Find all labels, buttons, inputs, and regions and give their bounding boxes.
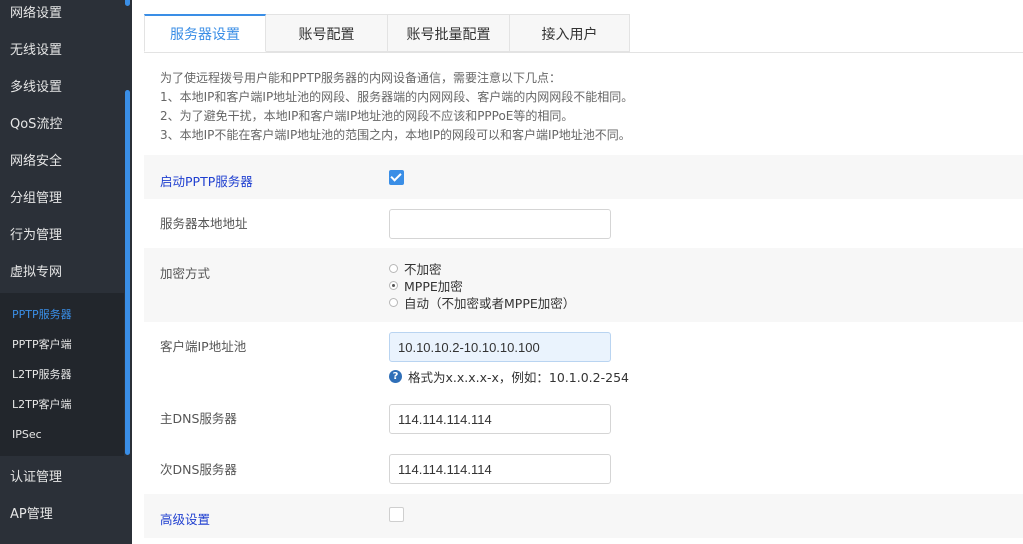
sidebar-item-network-security[interactable]: 网络安全 — [0, 143, 124, 180]
hint-text: 格式为x.x.x.x-x，例如：10.1.0.2-254 — [408, 370, 629, 385]
primary-dns-input[interactable] — [389, 404, 611, 434]
row-enable-pptp: 启动PPTP服务器 — [144, 155, 1023, 199]
sidebar-item-vpn[interactable]: 虚拟专网 — [0, 254, 124, 291]
encryption-option-mppe[interactable]: MPPE加密 — [389, 277, 463, 294]
sidebar-item-group-management[interactable]: 分组管理 — [0, 180, 124, 217]
advanced-label: 高级设置 — [160, 512, 211, 527]
main-content: 服务器设置 账号配置 账号批量配置 接入用户 为了使远程拨号用户能和PPTP服务… — [144, 0, 1023, 544]
local-address-label: 服务器本地地址 — [160, 216, 248, 231]
sidebar-vpn-submenu: PPTP服务器 PPTP客户端 L2TP服务器 L2TP客户端 IPSec — [0, 293, 124, 456]
sidebar-item-wireless-settings[interactable]: 无线设置 — [0, 32, 124, 69]
notice-line: 为了使远程拨号用户能和PPTP服务器的内网设备通信，需要注意以下几点： — [160, 71, 562, 85]
row-encryption: 加密方式 不加密 MPPE加密 自动（不加密或者MPPE加密） — [144, 248, 1023, 322]
client-ip-pool-input[interactable] — [389, 332, 611, 362]
row-advanced: 高级设置 — [144, 494, 1023, 538]
sidebar-subitem-l2tp-server[interactable]: L2TP服务器 — [0, 360, 124, 390]
sidebar-scrollbar-top — [125, 0, 130, 6]
sidebar-scrollbar[interactable] — [125, 90, 130, 455]
row-secondary-dns: 次DNS服务器 — [144, 443, 1023, 494]
client-ip-pool-label: 客户端IP地址池 — [160, 339, 247, 354]
tab-server-settings[interactable]: 服务器设置 — [144, 14, 266, 52]
secondary-dns-label: 次DNS服务器 — [160, 462, 237, 477]
enable-pptp-checkbox[interactable] — [389, 170, 404, 185]
tab-bar: 服务器设置 账号配置 账号批量配置 接入用户 — [144, 14, 630, 53]
notice-text: 为了使远程拨号用户能和PPTP服务器的内网设备通信，需要注意以下几点： 1、本地… — [160, 69, 1000, 145]
sidebar-item-auth-management[interactable]: 认证管理 — [0, 459, 124, 496]
tab-connected-users[interactable]: 接入用户 — [510, 14, 630, 52]
primary-dns-label: 主DNS服务器 — [160, 411, 237, 426]
row-local-address: 服务器本地地址 — [144, 199, 1023, 248]
advanced-checkbox[interactable] — [389, 507, 404, 522]
sidebar-item-behavior-management[interactable]: 行为管理 — [0, 217, 124, 254]
enable-pptp-label: 启动PPTP服务器 — [160, 174, 253, 189]
sidebar-item-ap-management[interactable]: AP管理 — [0, 496, 124, 533]
tab-divider — [144, 52, 1023, 53]
encryption-option-none[interactable]: 不加密 — [389, 260, 442, 277]
encryption-option-label: 自动（不加密或者MPPE加密） — [404, 296, 576, 311]
encryption-option-auto[interactable]: 自动（不加密或者MPPE加密） — [389, 294, 575, 311]
sidebar: 网络设置 无线设置 多线设置 QoS流控 网络安全 分组管理 行为管理 虚拟专网… — [0, 0, 132, 544]
encryption-label: 加密方式 — [160, 266, 211, 281]
question-icon: ? — [389, 370, 402, 383]
client-ip-pool-hint: ? 格式为x.x.x.x-x，例如：10.1.0.2-254 — [389, 367, 629, 386]
radio-mppe[interactable] — [389, 281, 398, 290]
secondary-dns-input[interactable] — [389, 454, 611, 484]
notice-line: 1、本地IP和客户端IP地址池的网段、服务器端的内网网段、客户端的内网网段不能相… — [160, 90, 634, 104]
notice-line: 2、为了避免干扰，本地IP和客户端IP地址池的网段不应该和PPPoE等的相同。 — [160, 109, 574, 123]
sidebar-subitem-l2tp-client[interactable]: L2TP客户端 — [0, 390, 124, 420]
row-primary-dns: 主DNS服务器 — [144, 392, 1023, 443]
sidebar-item-qos[interactable]: QoS流控 — [0, 106, 124, 143]
local-address-input[interactable] — [389, 209, 611, 239]
sidebar-item-network-settings[interactable]: 网络设置 — [0, 0, 124, 32]
sidebar-subitem-pptp-server[interactable]: PPTP服务器 — [0, 300, 124, 330]
tab-batch-account-config[interactable]: 账号批量配置 — [388, 14, 510, 52]
sidebar-subitem-ipsec[interactable]: IPSec — [0, 420, 124, 450]
tab-account-config[interactable]: 账号配置 — [266, 14, 388, 52]
radio-auto[interactable] — [389, 298, 398, 307]
radio-none[interactable] — [389, 264, 398, 273]
sidebar-item-multiline-settings[interactable]: 多线设置 — [0, 69, 124, 106]
sidebar-subitem-pptp-client[interactable]: PPTP客户端 — [0, 330, 124, 360]
notice-line: 3、本地IP不能在客户端IP地址池的范围之内，本地IP的网段可以和客户端IP地址… — [160, 128, 631, 142]
